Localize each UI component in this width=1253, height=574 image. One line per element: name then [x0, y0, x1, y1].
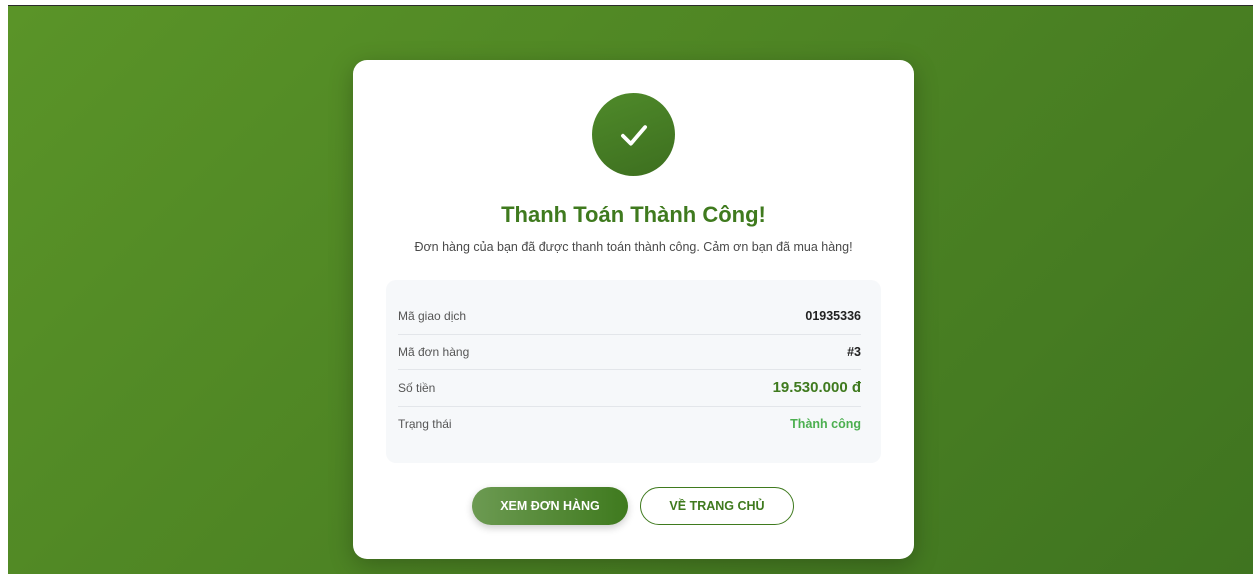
success-badge [592, 93, 675, 176]
status-badge: Thành công [790, 417, 861, 431]
detail-label: Mã giao dịch [398, 309, 467, 323]
transaction-id-value: 01935336 [805, 309, 861, 323]
detail-label: Số tiền [398, 380, 436, 395]
detail-label: Mã đơn hàng [398, 344, 470, 359]
amount-value: 19.530.000 đ [772, 379, 861, 396]
detail-row-order-id: Mã đơn hàng #3 [398, 334, 861, 370]
detail-label: Trạng thái [398, 417, 452, 431]
order-id-value: #3 [847, 344, 861, 359]
success-message: Đơn hàng của bạn đã được thanh toán thàn… [414, 240, 853, 254]
page-title: Thanh Toán Thành Công! [501, 202, 766, 227]
detail-row-amount: Số tiền 19.530.000 đ [398, 369, 861, 407]
view-order-button[interactable]: XEM ĐƠN HÀNG [472, 487, 628, 525]
transaction-details: Mã giao dịch 01935336 Mã đơn hàng #3 Số … [386, 280, 881, 463]
home-button[interactable]: VỀ TRANG CHỦ [640, 487, 794, 525]
check-icon [620, 124, 647, 146]
detail-row-transaction-id: Mã giao dịch 01935336 [398, 298, 861, 335]
detail-row-status: Trạng thái Thành công [398, 406, 861, 442]
payment-success-card: Thanh Toán Thành Công! Đơn hàng của bạn … [353, 60, 914, 559]
